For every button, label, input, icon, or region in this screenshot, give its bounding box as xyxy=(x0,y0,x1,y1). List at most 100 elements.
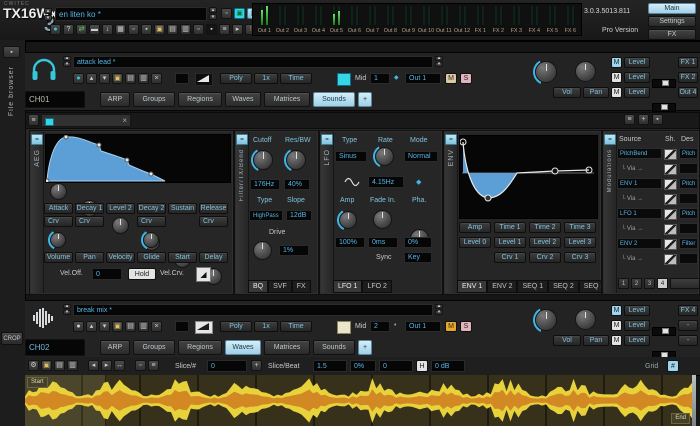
send2-mode-button[interactable]: M xyxy=(611,320,622,331)
send1-level-button[interactable]: Level xyxy=(624,305,650,316)
fade-value[interactable]: 0ms xyxy=(368,237,398,248)
drive-knob[interactable] xyxy=(253,241,272,260)
pan-knob[interactable] xyxy=(575,61,596,82)
octave-box[interactable] xyxy=(175,321,189,332)
tab-regions[interactable]: Regions xyxy=(178,340,222,355)
collapse-button[interactable]: = xyxy=(31,134,43,145)
env-time1-button[interactable]: Time 1 xyxy=(494,222,526,233)
program-menu-button[interactable]: ▫ xyxy=(221,8,232,19)
mute-button[interactable]: M xyxy=(445,73,457,84)
crop-button[interactable]: CROP xyxy=(1,332,23,345)
velocity-ramp-icon[interactable] xyxy=(195,321,213,334)
mod-dest[interactable] xyxy=(679,163,698,174)
glide-knob[interactable] xyxy=(141,230,161,250)
editor-active-tab[interactable]: × xyxy=(41,114,131,127)
slot-button[interactable]: ▪ xyxy=(206,24,217,35)
phase-value[interactable]: 0% xyxy=(404,237,432,248)
slice-count-value[interactable]: 0 xyxy=(207,360,247,372)
tab-add[interactable]: + xyxy=(358,92,372,107)
mod-source[interactable]: ENV 1 xyxy=(617,178,662,189)
nav-main-button[interactable]: Main xyxy=(648,3,696,14)
env-time2-button[interactable]: Time 2 xyxy=(529,222,561,233)
tab-arp[interactable]: ARP xyxy=(100,340,130,355)
open-folder-button[interactable]: ▣ xyxy=(154,24,165,35)
pan-button[interactable]: Pan xyxy=(583,335,609,346)
record-button[interactable]: ● xyxy=(73,73,84,84)
vol-button[interactable]: Vol xyxy=(553,87,581,98)
pan-knob[interactable] xyxy=(575,309,596,330)
channel-id-tab[interactable]: CH01 xyxy=(25,91,85,108)
tab-groups[interactable]: Groups xyxy=(133,92,175,107)
copy-button[interactable]: ▤ xyxy=(54,360,65,371)
name-end-spinner[interactable]: ▴ ▾ xyxy=(435,55,443,67)
tab-add[interactable]: + xyxy=(358,340,372,355)
paste-button[interactable]: ▥ xyxy=(180,24,191,35)
send1-dest-button[interactable]: FX 1 xyxy=(678,57,698,68)
mod-shape-icon[interactable] xyxy=(664,164,677,175)
start-marker[interactable]: Start xyxy=(27,377,48,388)
velocity-ramp-icon[interactable] xyxy=(195,73,213,86)
send2-slider[interactable] xyxy=(652,103,676,112)
tab-regions[interactable]: Regions xyxy=(178,92,222,107)
poly-button[interactable]: Poly xyxy=(220,73,252,84)
slope-value[interactable]: 12dB xyxy=(286,210,312,221)
amp-knob[interactable] xyxy=(337,209,359,231)
poly-button[interactable]: Poly xyxy=(220,321,252,332)
send3-level-button[interactable]: Level xyxy=(624,335,650,346)
mod-dest[interactable]: Pitch xyxy=(679,148,698,159)
send1-level-button[interactable]: Level xyxy=(624,57,650,68)
mod-dest[interactable] xyxy=(679,253,698,264)
copy-button[interactable]: ▤ xyxy=(125,321,136,332)
midi-channel-box[interactable]: 1 xyxy=(370,73,390,84)
tab-env1[interactable]: ENV 1 xyxy=(457,280,488,293)
decay2-label-button[interactable]: Decay 2 xyxy=(137,203,166,214)
fit-view-button[interactable]: ↔ xyxy=(114,360,125,371)
env-crv3-button[interactable]: Crv 3 xyxy=(564,252,596,263)
send1-mode-button[interactable]: M xyxy=(611,57,622,68)
add-button[interactable]: ▴ xyxy=(86,73,97,84)
small-view-button[interactable]: ▫ xyxy=(128,24,139,35)
tab-groups[interactable]: Groups xyxy=(133,340,175,355)
level2-knob[interactable] xyxy=(112,217,129,234)
level2-label-button[interactable]: Level 2 xyxy=(106,203,135,214)
editor-detach-button[interactable]: ▪ xyxy=(652,114,663,125)
delay-label-button[interactable]: Delay xyxy=(199,252,228,263)
slice-apply-button[interactable]: + xyxy=(251,360,262,371)
browser-collapse-button[interactable]: ▪ xyxy=(3,46,20,58)
file-browser-label[interactable]: File browser xyxy=(8,66,15,116)
spinner-up-icon[interactable]: ▴ xyxy=(209,7,217,13)
mod-dest[interactable] xyxy=(679,223,698,234)
mod-via[interactable]: └ Via → xyxy=(619,193,662,204)
mod-via[interactable]: └ Via → xyxy=(619,163,662,174)
mod-source[interactable]: PitchBend xyxy=(617,148,662,159)
spinner-down-icon[interactable]: ▾ xyxy=(63,309,71,315)
channel-name-field[interactable]: attack lead * xyxy=(73,56,433,68)
page-4-button[interactable]: 4 xyxy=(657,278,668,289)
volume-knob[interactable] xyxy=(48,230,68,250)
page-2-button[interactable]: 2 xyxy=(631,278,642,289)
env-level0-button[interactable]: Level 0 xyxy=(459,237,491,248)
aeg-envelope-display[interactable] xyxy=(45,134,231,183)
mod-shape-icon[interactable] xyxy=(664,209,677,220)
env-level2-button[interactable]: Level 2 xyxy=(529,237,561,248)
loop-button[interactable]: ⇄ xyxy=(76,24,87,35)
decay1-label-button[interactable]: Decay 1 xyxy=(75,203,104,214)
tab-seq1[interactable]: SEQ 1 xyxy=(517,280,549,293)
dot-view-button[interactable]: ▪ xyxy=(141,24,152,35)
octave-box[interactable] xyxy=(175,73,189,84)
cutoff-knob[interactable] xyxy=(251,148,275,172)
paste-button[interactable]: ▥ xyxy=(138,321,149,332)
grid-view-button[interactable]: ▦ xyxy=(115,24,126,35)
collapse-button[interactable]: = xyxy=(321,134,333,145)
send2-level-button[interactable]: Level xyxy=(624,72,650,83)
tab-waves[interactable]: Waves xyxy=(225,92,261,107)
volume-knob[interactable] xyxy=(533,307,559,333)
res-knob[interactable] xyxy=(284,148,308,172)
mute-button[interactable]: M xyxy=(445,321,457,332)
send3-mode-button[interactable]: M xyxy=(611,335,622,346)
waveform-display[interactable]: Start End xyxy=(25,375,696,426)
program-name-field[interactable]: en liten ko * xyxy=(55,7,207,21)
glide-label-button[interactable]: Glide xyxy=(137,252,166,263)
send3-mode-button[interactable]: M xyxy=(611,87,622,98)
env-crv2-button[interactable]: Crv 2 xyxy=(529,252,561,263)
